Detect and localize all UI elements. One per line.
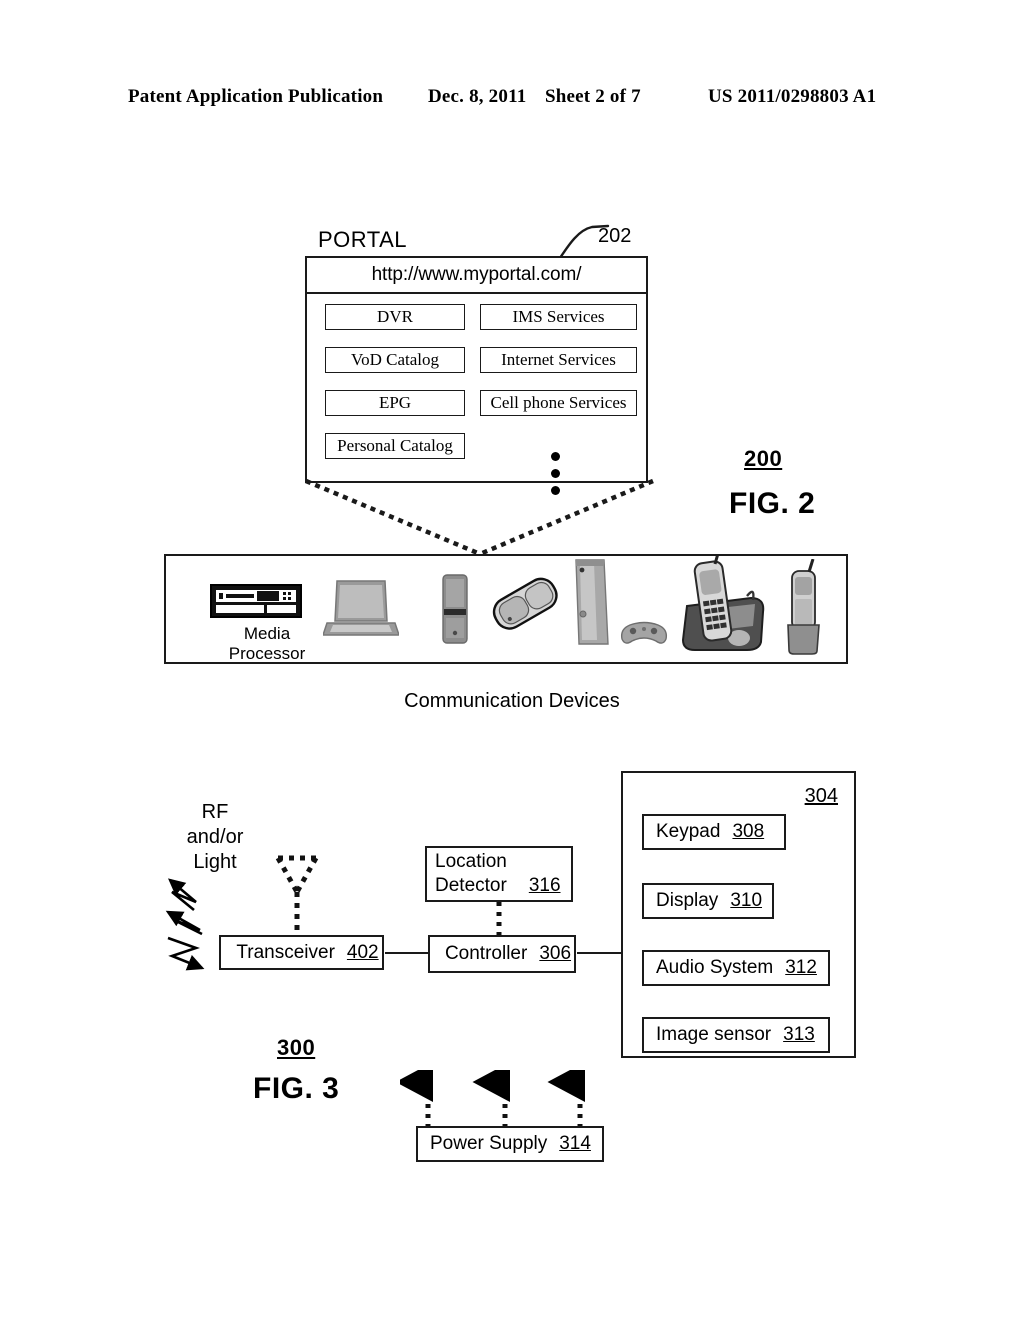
figure2-title: FIG. 2 xyxy=(729,487,816,520)
portal-label: PORTAL xyxy=(318,227,407,252)
communication-devices-caption: Communication Devices xyxy=(404,690,620,712)
block-power-supply: Power Supply 314 xyxy=(416,1126,604,1162)
portal-menu-vod-catalog[interactable]: VoD Catalog xyxy=(325,347,465,373)
media-processor-icon xyxy=(210,584,302,618)
header-sheet: Sheet 2 of 7 xyxy=(545,86,641,107)
portal-menu-cell-phone-services[interactable]: Cell phone Services xyxy=(480,390,637,416)
cordless-phone-base-icon xyxy=(681,556,765,651)
block-location-label-line2: Detector xyxy=(435,875,507,896)
figure3-ref-number: 300 xyxy=(277,1035,316,1060)
ellipsis-dot xyxy=(551,469,560,478)
media-processor-label-line1: Media xyxy=(243,624,291,643)
page-header: Patent Application Publication Dec. 8, 2… xyxy=(0,86,1024,114)
block-audio-system-label: Audio System xyxy=(656,957,774,978)
portal-menu-ims-services[interactable]: IMS Services xyxy=(480,304,637,330)
block-image-sensor-label: Image sensor xyxy=(656,1024,772,1045)
block-keypad-number: 308 xyxy=(732,821,765,842)
game-console-icon xyxy=(575,559,609,645)
block-power-supply-number: 314 xyxy=(559,1133,591,1154)
figure2-ref-number: 200 xyxy=(744,446,783,471)
media-processor-label: Media Processor xyxy=(212,624,322,664)
portal-menu-column-right: IMS Services Internet Services Cell phon… xyxy=(480,304,637,433)
header-publication: Patent Application Publication xyxy=(128,86,384,107)
cell-phone-icon xyxy=(442,574,468,644)
portal-menu-dvr[interactable]: DVR xyxy=(325,304,465,330)
block-display-number: 310 xyxy=(730,890,763,911)
device-components-panel: 304 Keypad 308 Display 310 Audio System … xyxy=(621,771,856,1058)
portal-url-bar[interactable]: http://www.myportal.com/ xyxy=(307,258,646,294)
block-controller-number: 306 xyxy=(539,943,572,964)
block-location-number: 316 xyxy=(528,875,561,896)
ellipsis-dot xyxy=(551,452,560,461)
portal-menu-personal-catalog[interactable]: Personal Catalog xyxy=(325,433,465,459)
block-transceiver-number: 402 xyxy=(346,941,379,963)
portal-url-text: http://www.myportal.com/ xyxy=(371,264,582,285)
panel-ref-304: 304 xyxy=(804,785,838,807)
media-processor-label-line2: Processor xyxy=(228,644,306,663)
block-transceiver: Transceiver 402 xyxy=(219,935,384,970)
block-location-label-line1: Location xyxy=(435,851,507,872)
power-supply-arrows-icon xyxy=(400,1070,585,1128)
figure3-title: FIG. 3 xyxy=(253,1072,340,1105)
block-location-detector: Location Detector 316 xyxy=(425,846,573,902)
portal-menu-epg[interactable]: EPG xyxy=(325,390,465,416)
portal-leader-line xyxy=(558,224,610,260)
flip-phone-icon xyxy=(492,577,558,630)
block-display: Display 310 xyxy=(642,883,774,919)
block-power-supply-label: Power Supply xyxy=(430,1133,548,1154)
block-controller: Controller 306 xyxy=(428,935,576,973)
laptop-icon xyxy=(323,580,399,636)
block-audio-system-number: 312 xyxy=(785,957,817,978)
block-keypad-label: Keypad xyxy=(656,821,721,842)
block-transceiver-label: Transceiver xyxy=(236,941,335,963)
portal-to-devices-connectors xyxy=(305,478,654,557)
portal-menu-area: DVR VoD Catalog EPG Personal Catalog IMS… xyxy=(307,294,646,495)
block-display-label: Display xyxy=(656,890,719,911)
header-patent-number: US 2011/0298803 A1 xyxy=(708,86,877,107)
block-keypad: Keypad 308 xyxy=(642,814,786,850)
block-image-sensor-number: 313 xyxy=(783,1024,815,1045)
header-date: Dec. 8, 2011 xyxy=(428,86,527,107)
block-image-sensor: Image sensor 313 xyxy=(642,1017,830,1053)
portal-menu-column-left: DVR VoD Catalog EPG Personal Catalog xyxy=(325,304,465,476)
portal-window: http://www.myportal.com/ DVR VoD Catalog… xyxy=(305,256,648,495)
block-audio-system: Audio System 312 xyxy=(642,950,830,986)
portal-menu-internet-services[interactable]: Internet Services xyxy=(480,347,637,373)
game-controller-icon xyxy=(620,621,668,644)
block-controller-label: Controller xyxy=(444,943,528,964)
cordless-handset-icon xyxy=(787,559,820,655)
